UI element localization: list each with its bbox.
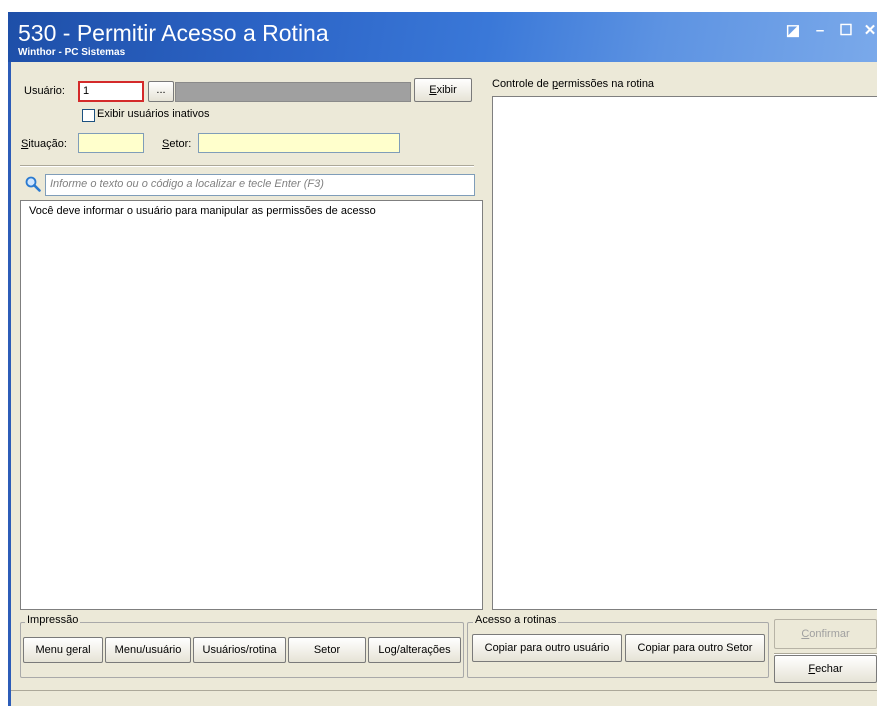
- fechar-button[interactable]: Fechar: [774, 655, 877, 683]
- search-input[interactable]: Informe o texto ou o código a localizar …: [45, 174, 475, 196]
- copy-to-setor-button[interactable]: Copiar para outro Setor: [625, 634, 765, 662]
- setor-field[interactable]: [198, 133, 400, 153]
- impressao-label: Impressão: [25, 614, 81, 626]
- menu-geral-button[interactable]: Menu geral: [23, 637, 103, 663]
- menu-usuario-button[interactable]: Menu/usuário: [105, 637, 191, 663]
- acesso-label: Acesso a rotinas: [473, 614, 559, 626]
- list-message: Você deve informar o usuário para manipu…: [29, 205, 376, 217]
- window-border: [8, 62, 11, 706]
- restore-icon[interactable]: ◪: [784, 22, 802, 40]
- setor-button[interactable]: Setor: [288, 637, 366, 663]
- window-subtitle: Winthor - PC Sistemas: [18, 47, 126, 58]
- browse-user-button[interactable]: ...: [148, 81, 174, 102]
- user-name-field: [175, 82, 411, 102]
- separator: [20, 165, 474, 167]
- permissions-control-panel[interactable]: [492, 96, 877, 610]
- copy-to-user-button[interactable]: Copiar para outro usuário: [472, 634, 622, 662]
- maximize-icon[interactable]: ☐: [837, 22, 855, 40]
- window-title: 530 - Permitir Acesso a Rotina: [18, 20, 329, 46]
- usuario-label: Usuário:: [24, 85, 65, 97]
- inactive-users-checkbox[interactable]: [82, 109, 95, 122]
- title-bar[interactable]: 530 - Permitir Acesso a Rotina Winthor -…: [8, 12, 877, 62]
- situacao-label: Situação:: [21, 138, 67, 150]
- search-icon: [25, 176, 41, 192]
- confirmar-button[interactable]: Confirmar: [774, 619, 877, 649]
- minimize-icon[interactable]: –: [811, 22, 829, 40]
- right-panel-title: Controle de permissões na rotina: [492, 78, 655, 90]
- inactive-users-label: Exibir usuários inativos: [97, 108, 210, 120]
- status-bar: [11, 690, 877, 706]
- close-icon[interactable]: ✕: [861, 22, 877, 40]
- exibir-button[interactable]: Exibir: [414, 78, 472, 102]
- usuario-input[interactable]: 1: [78, 81, 144, 102]
- setor-label: Setor:: [162, 138, 192, 150]
- situacao-field[interactable]: [78, 133, 144, 153]
- permissions-list[interactable]: Você deve informar o usuário para manipu…: [20, 200, 483, 610]
- usuarios-rotina-button[interactable]: Usuários/rotina: [193, 637, 286, 663]
- log-alteracoes-button[interactable]: Log/alterações: [368, 637, 461, 663]
- main-window: 530 - Permitir Acesso a Rotina Winthor -…: [8, 12, 877, 706]
